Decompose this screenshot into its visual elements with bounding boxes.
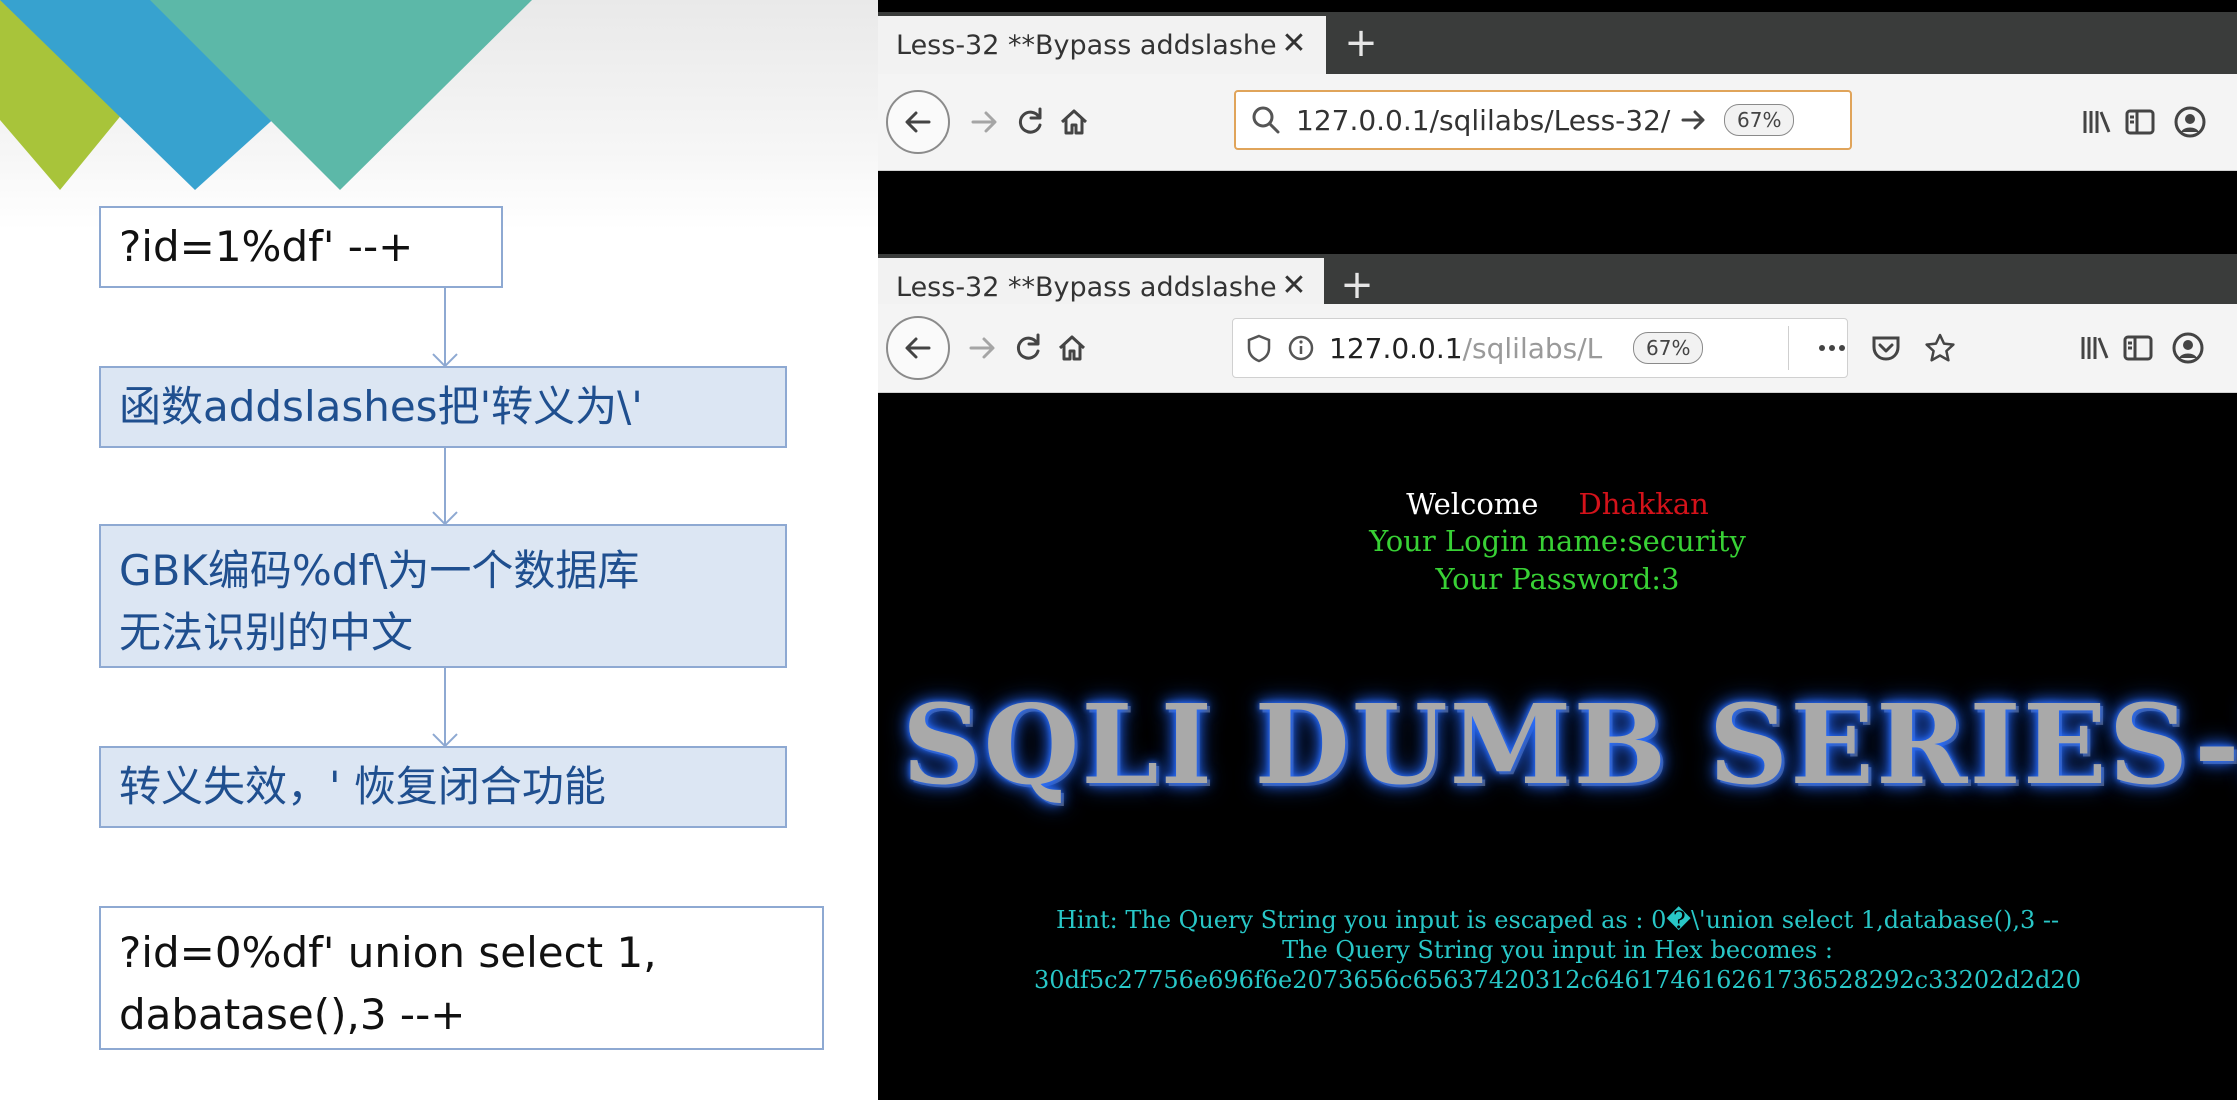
page-actions-button[interactable]: [1810, 326, 1854, 370]
flow-step-gbk-line2: 无法识别的中文: [119, 608, 414, 657]
decorative-triangles: [0, 0, 532, 190]
home-button[interactable]: [1046, 322, 1098, 374]
password-text: Your Password:3: [1435, 562, 1680, 596]
hint-escaped-text: Hint: The Query String you input is esca…: [1055, 906, 2060, 934]
reload-icon: [1018, 107, 1042, 134]
library-button[interactable]: [2072, 326, 2116, 370]
login-name-text: Your Login name:security: [1369, 524, 1746, 558]
url-divider: [1788, 326, 1789, 370]
forward-button[interactable]: [958, 96, 1010, 148]
back-button[interactable]: [886, 316, 950, 380]
library-button[interactable]: [2074, 100, 2118, 144]
library-icon: [2081, 337, 2109, 359]
go-arrow-icon[interactable]: [1678, 104, 1710, 136]
flow-step-payload: ?id=0%df' union select 1, dabatase(),3 -…: [99, 906, 824, 1050]
flow-step-input-text: ?id=1%df' --+: [119, 222, 414, 271]
sidebar-button[interactable]: [2116, 326, 2160, 370]
bookmark-button[interactable]: [1918, 326, 1962, 370]
flow-step-escape-fail: 转义失效，' 恢复闭合功能: [99, 746, 787, 828]
account-icon: [2172, 332, 2204, 364]
flow-arrow: [430, 288, 460, 368]
info-icon[interactable]: [1287, 334, 1315, 362]
close-icon[interactable]: ✕: [1276, 268, 1312, 304]
tab-bar-top: Less-32 **Bypass addslashes ✕ +: [878, 12, 2237, 74]
more-horizontal-icon: [1819, 345, 1845, 351]
tab-title: Less-32 **Bypass addslashes: [896, 271, 1276, 303]
flow-step-gbk: GBK编码%df\为一个数据库 无法识别的中文: [99, 524, 787, 668]
forward-button[interactable]: [956, 322, 1008, 374]
flow-step-input: ?id=1%df' --+: [99, 206, 503, 288]
welcome-label: Welcome: [1406, 487, 1539, 521]
url-bar-bottom[interactable]: 127.0.0.1/sqlilabs/L 67%: [1232, 318, 1848, 378]
library-icon: [2083, 111, 2111, 133]
hint-hex-value: 30df5c27756e696f6e2073656c65637420312c64…: [1034, 966, 2081, 994]
home-button[interactable]: [1048, 96, 1100, 148]
reload-icon: [1016, 333, 1040, 360]
welcome-line: Welcome Dhakkan: [878, 487, 2237, 521]
zoom-indicator[interactable]: 67%: [1724, 104, 1795, 136]
pocket-button[interactable]: [1864, 326, 1908, 370]
home-icon: [1060, 109, 1088, 135]
arrow-right-icon: [969, 337, 995, 359]
flow-step-payload-line2: dabatase(),3 --+: [119, 990, 466, 1039]
toolbar-top: 127.0.0.1/sqlilabs/Less-32/?id=1%df' --+…: [878, 74, 2237, 171]
flow-step-addslashes-text: 函数addslashes把'转义为\': [119, 382, 643, 431]
welcome-name: Dhakkan: [1578, 487, 1709, 521]
flow-step-addslashes: 函数addslashes把'转义为\': [99, 366, 787, 448]
close-icon[interactable]: ✕: [1276, 26, 1312, 62]
url-text: 127.0.0.1/sqlilabs/Less-32/?id=1%df' --+: [1296, 103, 1672, 137]
arrow-left-icon: [905, 337, 931, 359]
url-bar-top[interactable]: 127.0.0.1/sqlilabs/Less-32/?id=1%df' --+…: [1234, 90, 1852, 150]
toolbar-bottom: 127.0.0.1/sqlilabs/L 67%: [878, 304, 2237, 393]
new-tab-plus-icon[interactable]: +: [1338, 20, 1384, 66]
zoom-indicator[interactable]: 67%: [1633, 332, 1704, 364]
sidebar-icon: [2123, 335, 2153, 361]
flow-arrow: [430, 448, 460, 526]
arrow-left-icon: [905, 111, 931, 133]
url-path: /sqlilabs/L: [1462, 331, 1603, 365]
flow-step-payload-line1: ?id=0%df' union select 1,: [119, 928, 657, 977]
flow-arrow: [430, 668, 460, 748]
home-icon: [1058, 335, 1086, 361]
search-icon: [1252, 106, 1280, 134]
back-button[interactable]: [886, 90, 950, 154]
series-title-logo: SQLI DUMB SERIES-32: [902, 680, 2237, 809]
sidebar-icon: [2125, 109, 2155, 135]
new-tab-plus-icon[interactable]: +: [1334, 262, 1380, 308]
flow-step-gbk-line1: GBK编码%df\为一个数据库: [119, 546, 640, 595]
shield-icon: [1247, 334, 1271, 363]
account-button[interactable]: [2166, 326, 2210, 370]
account-button[interactable]: [2168, 100, 2212, 144]
tab-title: Less-32 **Bypass addslashes: [896, 29, 1276, 61]
sidebar-button[interactable]: [2118, 100, 2162, 144]
hint-hex-label: The Query String you input in Hex become…: [1282, 936, 1833, 964]
flow-step-escape-fail-text: 转义失效，' 恢复闭合功能: [119, 762, 606, 811]
tab-less32-top[interactable]: Less-32 **Bypass addslashes ✕: [878, 16, 1326, 74]
url-text: 127.0.0.1/sqlilabs/L: [1329, 332, 1619, 365]
url-host: 127.0.0.1: [1329, 331, 1463, 365]
arrow-right-icon: [971, 111, 997, 133]
pocket-icon: [1872, 336, 1900, 361]
account-icon: [2174, 106, 2206, 138]
slide-panel: ?id=1%df' --+ 函数addslashes把'转义为\' GBK编码%…: [0, 0, 878, 1100]
browser-screenshot: Less-32 **Bypass addslashes ✕ + 127.0.0.…: [878, 0, 2237, 1100]
star-icon: [1925, 333, 1955, 362]
